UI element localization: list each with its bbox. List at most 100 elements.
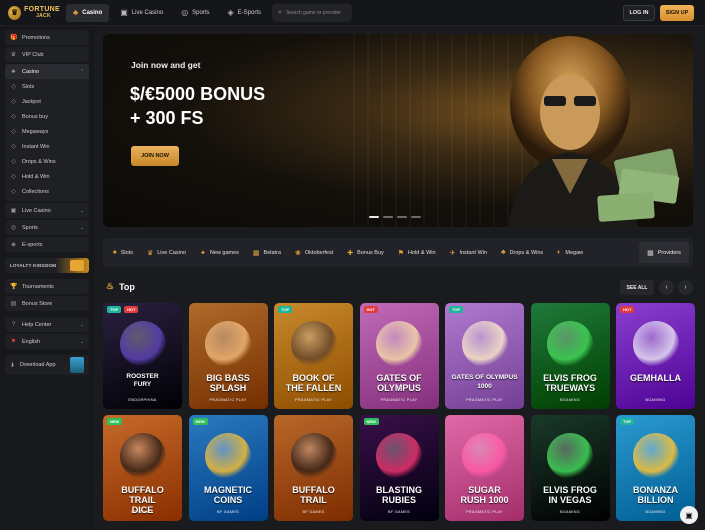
game-card[interactable]: TOP GATES OF OLYMPUS 1000 PRAGMATIC PLAY [445, 303, 524, 409]
see-all-button[interactable]: SEE ALL [620, 280, 654, 295]
prev-arrow-icon[interactable]: ‹ [659, 280, 674, 295]
carousel-dot[interactable] [411, 216, 421, 218]
topnav-sports[interactable]: ◎ Sports [174, 4, 216, 22]
topnav-label: Live Casino [131, 9, 164, 16]
category-instant-win[interactable]: ✈ Instant Win [450, 249, 487, 257]
game-badge-top: TOP [278, 306, 293, 313]
sidebar-item-megaways[interactable]: ◇ Megaways [5, 124, 89, 139]
sidebar-item-drops-wins[interactable]: ◇ Drops & Wins [5, 154, 89, 169]
phone-icon [70, 357, 84, 373]
game-provider: PRAGMATIC PLAY [466, 510, 503, 514]
game-card[interactable]: BUFFALO TRAIL BF GAMES [274, 415, 353, 521]
logo[interactable]: ♛ FORTUNE JACK [0, 0, 60, 26]
sidebar-item-bonus-store[interactable]: ▤ Bonus Store [5, 296, 89, 311]
game-card[interactable]: ELVIS FROG IN VEGAS BGAMING [530, 415, 610, 521]
game-card[interactable]: ELVIS FROG TRUEWAYS BGAMING [530, 303, 610, 409]
download-app-button[interactable]: ⬇ Download App [5, 355, 89, 375]
category-megaw[interactable]: ◐ Megaw [557, 249, 583, 256]
game-card[interactable]: TOP HOT ROOSTER FURY ENDORPHINA [103, 303, 182, 409]
game-title: ROOSTER FURY [126, 373, 159, 388]
category-drops-wins[interactable]: ♣ Drops & Wins [501, 249, 543, 256]
game-title: BOOK OF THE FALLEN [285, 373, 342, 393]
category-new-games[interactable]: ✦ New games [200, 249, 239, 257]
game-card[interactable]: TOP BONANZA BILLION BGAMING [616, 415, 695, 521]
search-placeholder: Search game or provider [285, 9, 341, 16]
sidebar-item-hold-win[interactable]: ◇ Hold & Win [5, 169, 89, 184]
sidebar-item-live-casino[interactable]: ▣ Live Casino ⌄ [5, 203, 89, 218]
carousel-dot[interactable] [383, 216, 393, 218]
game-card[interactable]: HOT GEMHALLA BGAMING [616, 303, 695, 409]
sidebar-item-esports[interactable]: ◈ E-sports [5, 237, 89, 252]
top-nav: ♣ Casino ▣ Live Casino ◎ Sports ◈ E-Sports [66, 3, 269, 22]
category-slots[interactable]: ♠ Slots [113, 249, 133, 256]
carousel-dot[interactable] [369, 216, 379, 218]
game-artwork [205, 321, 251, 367]
chevron-down-icon: ⌄ [79, 338, 84, 345]
category-icon: ✦ [199, 249, 206, 257]
game-card[interactable]: HOT GATES OF OLYMPUS PRAGMATIC PLAY [359, 303, 439, 409]
carousel-dot[interactable] [397, 216, 407, 218]
game-artwork [119, 433, 166, 479]
game-artwork [632, 433, 679, 479]
category-live-casino[interactable]: ♛ Live Casino [147, 249, 186, 257]
sidebar-item-sports[interactable]: ◎ Sports ⌄ [5, 220, 89, 235]
logo-crest-icon: ♛ [8, 5, 22, 20]
sidebar-item-help[interactable]: ? Help Center ⌄ [5, 317, 89, 332]
loyalty-kingdom-banner[interactable]: LOYALTY KINGDOM [5, 258, 89, 273]
sidebar-item-tournaments[interactable]: 🏆 Tournaments [5, 279, 89, 294]
game-card[interactable]: BIG BASS SPLASH PRAGMATIC PLAY [188, 303, 268, 409]
join-now-button[interactable]: JOIN NOW [131, 146, 179, 166]
game-badge-new: NEW [107, 418, 123, 425]
chevron-down-icon: ⌄ [79, 207, 84, 214]
game-provider: BF GAMES [387, 510, 411, 514]
category-bonus-buy[interactable]: ✚ Bonus Buy [347, 249, 383, 257]
category-hold-win[interactable]: ⚑ Hold & Win [398, 249, 436, 257]
sidebar-item-label: VIP Club [22, 51, 44, 58]
signup-button[interactable]: SIGN UP [660, 5, 694, 21]
language-selector[interactable]: ⚑ English ⌄ [5, 334, 89, 349]
game-card[interactable]: NEW MAGNETIC COINS BF GAMES [188, 415, 268, 521]
game-provider: PRAGMATIC PLAY [295, 398, 332, 402]
topnav-casino[interactable]: ♣ Casino [66, 3, 110, 22]
game-artwork [632, 321, 679, 367]
sidebar-item-instant-win[interactable]: ◇ Instant Win [5, 139, 89, 154]
category-label: Slots [120, 249, 133, 256]
flag-icon: ⚑ [10, 339, 17, 345]
carousel-dots [369, 216, 421, 218]
providers-button[interactable]: ▦ Providers [639, 242, 689, 263]
category-icon: ◐ [557, 249, 562, 256]
game-card[interactable]: NEW BUFFALO TRAIL DICE BF GAMES [103, 415, 182, 521]
game-provider: BGAMING [559, 510, 581, 514]
sidebar: 🎁 Promotions ♛ VIP Club ♣ Casino ⌃ ◇ Slot… [0, 26, 94, 530]
trophy-icon: 🏆 [10, 284, 18, 290]
sidebar-item-slots[interactable]: ◇ Slots [5, 79, 89, 94]
sidebar-item-label: Instant Win [22, 143, 50, 150]
category-belatra[interactable]: ▦ Belatra [253, 249, 281, 257]
sidebar-item-bonus-buy[interactable]: ◇ Bonus buy [5, 109, 89, 124]
game-title: BLASTING RUBIES [376, 485, 422, 505]
sidebar-item-collections[interactable]: ◇ Collections [5, 184, 89, 199]
category-oktoberfest[interactable]: ❀ Oktoberfest [295, 249, 333, 257]
sidebar-item-label: Bonus buy [22, 113, 48, 120]
category-icon: ❀ [294, 249, 301, 257]
hero-banner[interactable]: Join now and get $/€5000 BONUS + 300 FS … [103, 34, 693, 227]
chat-support-icon[interactable]: ▣ [680, 506, 698, 524]
login-button[interactable]: LOG IN [623, 5, 655, 21]
topnav-live-casino[interactable]: ▣ Live Casino [113, 4, 170, 22]
section-title-text: Top [119, 281, 135, 292]
game-card[interactable]: NEW BLASTING RUBIES BF GAMES [359, 415, 439, 521]
sidebar-item-vip[interactable]: ♛ VIP Club [5, 47, 89, 62]
category-label: Bonus Buy [357, 249, 384, 256]
game-card[interactable]: SUGAR RUSH 1000 PRAGMATIC PLAY [445, 415, 524, 521]
category-label: Live Casino [157, 249, 186, 256]
sidebar-item-promotions[interactable]: 🎁 Promotions [5, 30, 89, 45]
next-arrow-icon[interactable]: › [678, 280, 693, 295]
topnav-e-sports[interactable]: ◈ E-Sports [221, 4, 269, 22]
game-grid: TOP HOT ROOSTER FURY ENDORPHINA BIG BASS SPL… [103, 303, 695, 521]
sidebar-item-casino[interactable]: ♣ Casino ⌃ [5, 64, 89, 79]
sidebar-item-jackpot[interactable]: ◇ Jackpot [5, 94, 89, 109]
category-icon: ◇ [11, 99, 16, 105]
game-card[interactable]: TOP BOOK OF THE FALLEN PRAGMATIC PLAY [274, 303, 353, 409]
sidebar-item-label: Sports [22, 224, 38, 231]
search-bar[interactable]: ⌕ Search game or provider [272, 3, 353, 22]
